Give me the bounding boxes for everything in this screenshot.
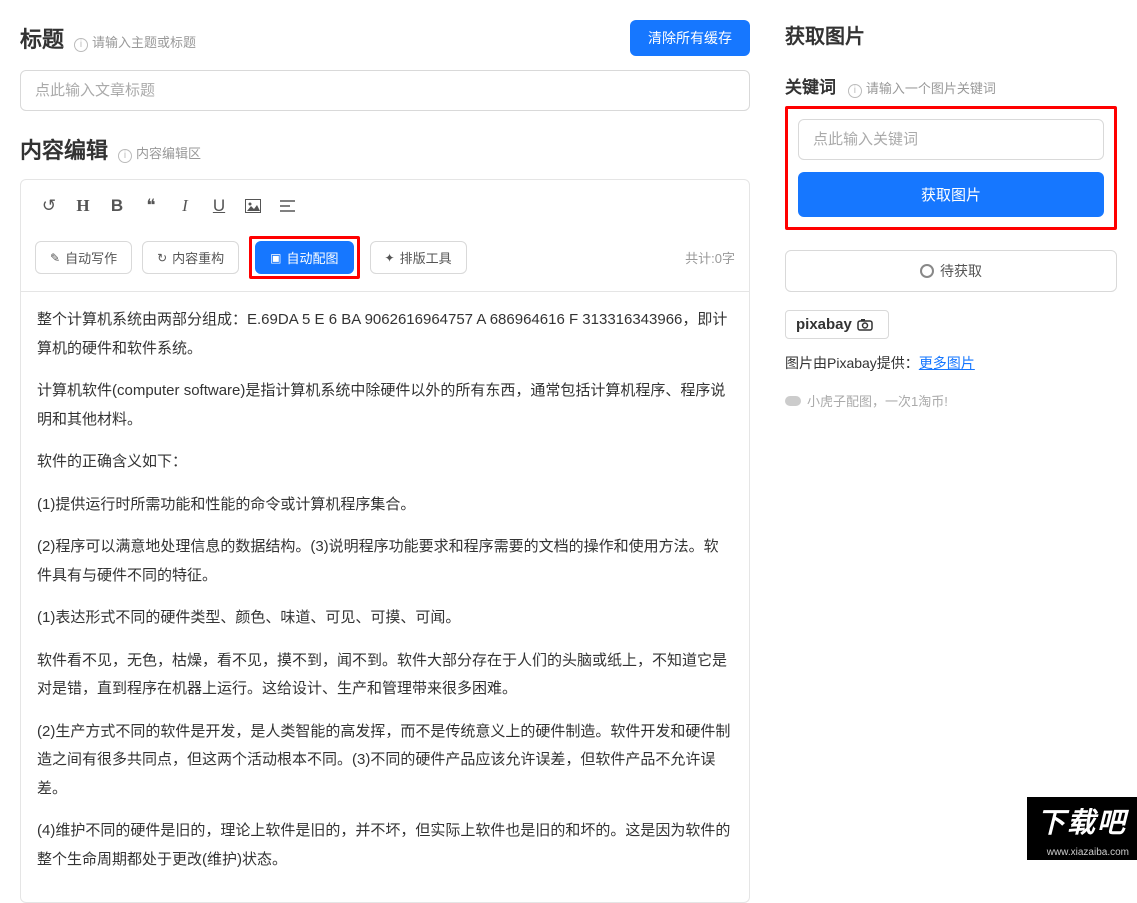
content-heading: 内容编辑	[20, 133, 108, 165]
content-editor[interactable]: 整个计算机系统由两部分组成：E.69DA 5 E 6 BA 9062616964…	[20, 292, 750, 903]
layout-tool-label: 排版工具	[400, 248, 452, 267]
undo-icon[interactable]: ↺	[35, 192, 63, 220]
sidebar: 获取图片 关键词 i 请输入一个图片关键词 获取图片 待获取 pixabay 图片…	[770, 0, 1137, 860]
watermark: 下载吧 www.xiazaiba.com	[1027, 797, 1137, 860]
get-image-button[interactable]: 获取图片	[798, 172, 1104, 217]
content-paragraph: (1)提供运行时所需功能和性能的命令或计算机程序集合。	[37, 491, 733, 520]
circle-icon	[920, 264, 934, 278]
content-paragraph: (2)程序可以满意地处理信息的数据结构。(3)说明程序功能要求和程序需要的文档的…	[37, 533, 733, 590]
keyword-hint-text: 请输入一个图片关键词	[866, 81, 996, 96]
keyword-label: 关键词	[785, 78, 836, 97]
content-paragraph: (4)维护不同的硬件是旧的，理论上软件是旧的，并不坏，但实际上软件也是旧的和坏的…	[37, 817, 733, 874]
highlight-box: ▣ 自动配图	[249, 236, 359, 279]
pencil-icon: ✎	[50, 251, 60, 265]
content-paragraph: 整个计算机系统由两部分组成：E.69DA 5 E 6 BA 9062616964…	[37, 306, 733, 363]
wait-button[interactable]: 待获取	[785, 250, 1117, 292]
bold-icon[interactable]: B	[103, 192, 131, 220]
provider-prefix: 图片由Pixabay提供：	[785, 355, 919, 371]
title-heading: 标题	[20, 22, 64, 54]
main-column: 标题 i 请输入主题或标题 清除所有缓存 内容编辑 i 内容编辑区 ↺ H B ❝ …	[0, 0, 770, 860]
heading-icon[interactable]: H	[69, 192, 97, 220]
picture-icon: ▣	[270, 251, 281, 265]
footer-note: 小虎子配图，一次1淘币!	[785, 391, 1117, 410]
title-hint: i 请输入主题或标题	[74, 32, 196, 52]
highlight-box-sidebar: 获取图片	[785, 106, 1117, 230]
keyword-hint: i 请输入一个图片关键词	[848, 81, 996, 96]
keyword-input[interactable]	[798, 119, 1104, 160]
content-paragraph: 软件的正确含义如下：	[37, 448, 733, 477]
pixabay-badge: pixabay	[785, 310, 889, 339]
underline-icon[interactable]: U	[205, 192, 233, 220]
format-toolbar: ↺ H B ❝ I U	[35, 188, 735, 230]
toolbar: ↺ H B ❝ I U ✎ 自动写作 ↻ 内容重构 ▣ 自动配图 ✦ 排版工具 共计:0…	[20, 179, 750, 292]
content-header: 内容编辑 i 内容编辑区	[20, 133, 750, 165]
content-hint-text: 内容编辑区	[136, 146, 201, 161]
quote-icon[interactable]: ❝	[137, 192, 165, 220]
action-toolbar: ✎ 自动写作 ↻ 内容重构 ▣ 自动配图 ✦ 排版工具 共计:0字	[35, 230, 735, 283]
content-paragraph: 软件看不见，无色，枯燥，看不见，摸不到，闻不到。软件大部分存在于人们的头脑或纸上…	[37, 647, 733, 704]
clear-cache-button[interactable]: 清除所有缓存	[630, 20, 750, 56]
info-icon: i	[74, 38, 88, 52]
restructure-button[interactable]: ↻ 内容重构	[142, 241, 239, 274]
refresh-icon: ↻	[157, 251, 167, 265]
layout-tool-button[interactable]: ✦ 排版工具	[370, 241, 467, 274]
auto-write-button[interactable]: ✎ 自动写作	[35, 241, 132, 274]
title-left: 标题 i 请输入主题或标题	[20, 22, 196, 54]
info-icon: i	[118, 149, 132, 163]
more-images-link[interactable]: 更多图片	[919, 355, 975, 371]
title-hint-text: 请输入主题或标题	[92, 35, 196, 50]
auto-image-button[interactable]: ▣ 自动配图	[255, 241, 353, 274]
watermark-url: www.xiazaiba.com	[1027, 845, 1137, 860]
tool-icon: ✦	[385, 251, 395, 265]
restructure-label: 内容重构	[172, 248, 224, 267]
title-input[interactable]	[20, 70, 750, 111]
word-count: 共计:0字	[685, 248, 735, 267]
cloud-icon	[785, 396, 801, 406]
pixabay-text: pixabay	[796, 316, 852, 333]
content-paragraph: (1)表达形式不同的硬件类型、颜色、味道、可见、可摸、可闻。	[37, 604, 733, 633]
info-icon: i	[848, 84, 862, 98]
wait-label: 待获取	[940, 261, 982, 281]
content-paragraph: (2)生产方式不同的软件是开发，是人类智能的高发挥，而不是传统意义上的硬件制造。…	[37, 718, 733, 804]
keyword-section: 关键词 i 请输入一个图片关键词	[785, 73, 1117, 98]
title-header: 标题 i 请输入主题或标题 清除所有缓存	[20, 20, 750, 56]
auto-write-label: 自动写作	[65, 248, 117, 267]
content-paragraph: 计算机软件(computer software)是指计算机系统中除硬件以外的所有…	[37, 377, 733, 434]
italic-icon[interactable]: I	[171, 192, 199, 220]
camera-icon	[856, 318, 878, 332]
footer-note-text: 小虎子配图，一次1淘币!	[807, 391, 948, 410]
content-hint: i 内容编辑区	[118, 143, 201, 163]
provider-text: 图片由Pixabay提供：更多图片	[785, 353, 1117, 373]
watermark-title: 下载吧	[1027, 797, 1137, 845]
auto-image-label: 自动配图	[287, 248, 339, 267]
image-icon[interactable]	[239, 192, 267, 220]
get-image-heading: 获取图片	[785, 20, 1117, 49]
align-icon[interactable]	[273, 192, 301, 220]
content-section: 内容编辑 i 内容编辑区 ↺ H B ❝ I U ✎ 自动写作 ↻ 内容重构 ▣ 自动配…	[20, 133, 750, 903]
